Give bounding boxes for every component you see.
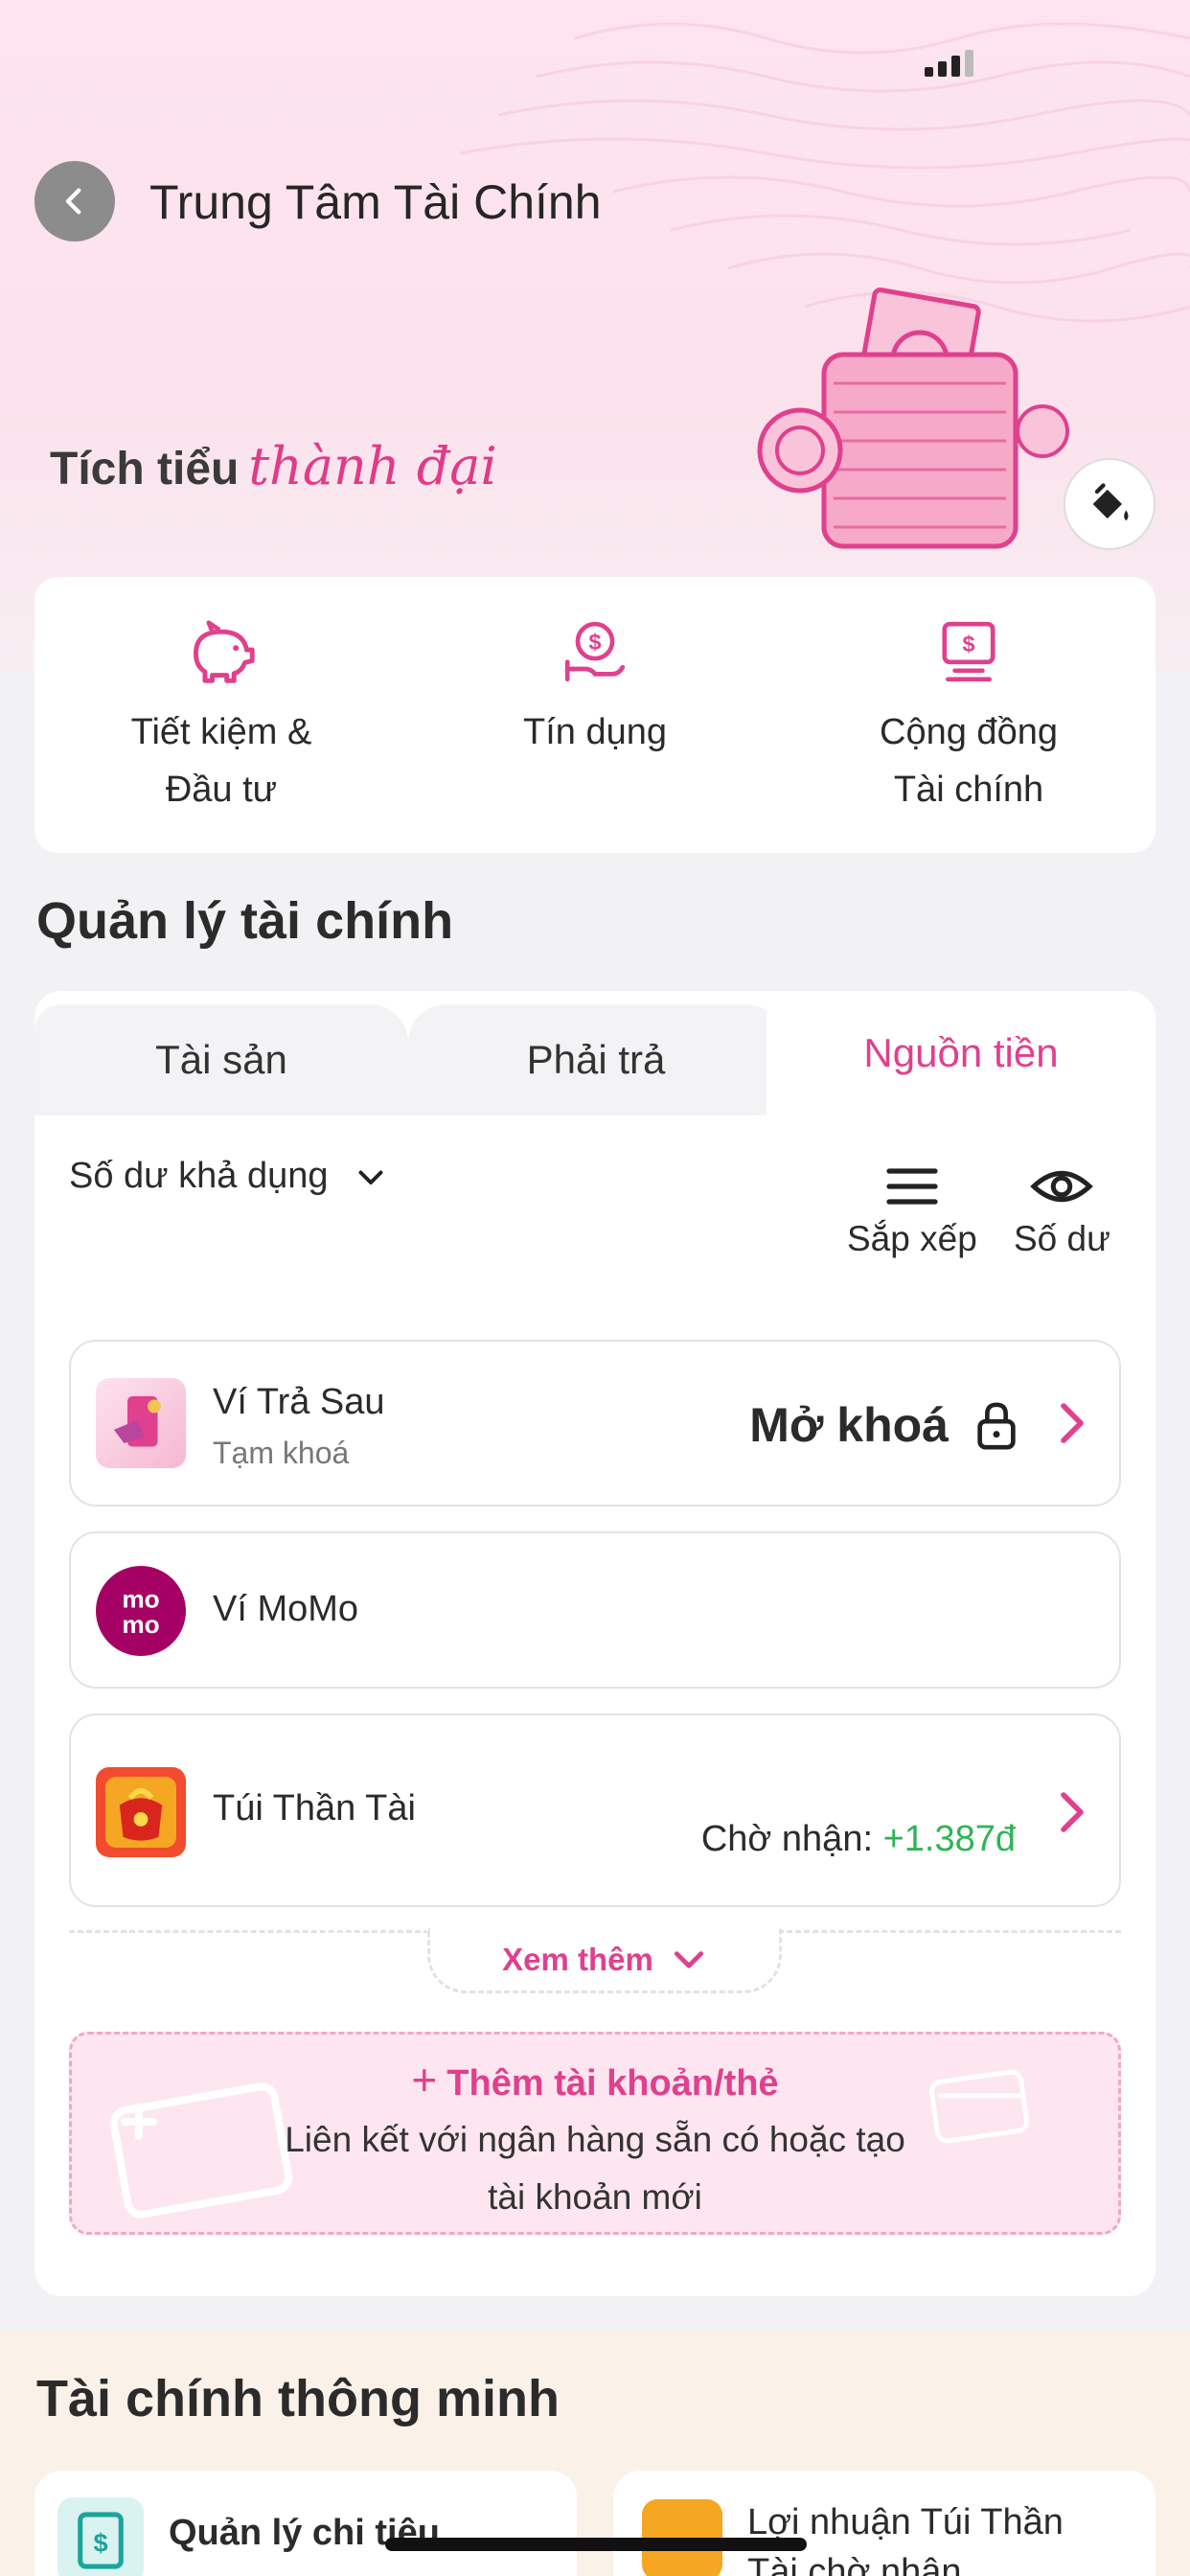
postpaid-wallet-logo: [96, 1378, 186, 1468]
tabs: Tài sản Phải trả Nguồn tiền: [34, 991, 1156, 1116]
slogan-plain: Tích tiểu: [50, 444, 240, 494]
chevron-down-icon: [674, 1950, 703, 1968]
add-account-title: + Thêm tài khoản/thẻ: [72, 2054, 1118, 2105]
tab-assets[interactable]: Tài sản: [34, 1004, 408, 1116]
pending-amount: +1.387đ: [882, 1819, 1016, 1859]
banner-slogan: Tích tiểu thành đại: [50, 436, 497, 496]
monitor-dollar-icon: $: [942, 621, 995, 682]
page-title: Trung Tâm Tài Chính: [149, 175, 602, 229]
smart-card-expense[interactable]: $ Quản lý chi tiêu: [34, 2471, 577, 2576]
add-account-title-text: Thêm tài khoản/thẻ: [446, 2063, 779, 2104]
quick-actions-card: Tiết kiệm & Đầu tư $ Tín dụng $ Cộng đồn…: [34, 577, 1156, 853]
wallet-illustration-icon: [757, 288, 1069, 549]
svg-text:$: $: [93, 2529, 107, 2558]
svg-text:$: $: [962, 632, 974, 656]
expense-app-icon: $: [57, 2497, 144, 2576]
home-indicator[interactable]: [385, 2538, 807, 2551]
lucky-bag-icon: [105, 1777, 176, 1848]
paint-bucket-icon: [1092, 483, 1129, 521]
quick-action-savings[interactable]: Tiết kiệm & Đầu tư: [34, 577, 408, 853]
section-title-manage: Quản lý tài chính: [36, 892, 454, 950]
svg-text:$: $: [588, 630, 601, 655]
back-button[interactable]: [34, 161, 115, 242]
chevron-right-icon: [1061, 1792, 1084, 1832]
balance-type-label: Số dư khả dụng: [69, 1156, 329, 1196]
smart-card-profit[interactable]: Lợi nhuận Túi Thần Tài chờ nhận: [613, 2471, 1156, 2576]
section-title-smart: Tài chính thông minh: [36, 2370, 560, 2427]
pending-reward: Chờ nhận: +1.387đ: [701, 1819, 1016, 1860]
account-name: Ví MoMo: [213, 1589, 359, 1629]
pending-label: Chờ nhận:: [700, 1819, 874, 1859]
see-more-label: Xem thêm: [502, 1941, 653, 1977]
tab-payables[interactable]: Phải trả: [408, 1004, 784, 1116]
balance-type-dropdown[interactable]: Số dư khả dụng: [69, 1156, 388, 1197]
quick-action-label: Cộng đồng Tài chính: [880, 712, 1058, 810]
quick-action-label: Tiết kiệm & Đầu tư: [130, 712, 312, 810]
receipt-dollar-icon: $: [78, 2512, 124, 2569]
signal-icon: [925, 50, 973, 77]
tui-than-tai-logo: [96, 1767, 186, 1857]
balance-toggle-label: Số dư: [1014, 1219, 1110, 1258]
account-name: Ví Trả Sau: [213, 1382, 385, 1422]
phone-wallet-icon: [114, 1396, 161, 1447]
chevron-left-icon: [65, 188, 81, 215]
quick-action-community[interactable]: $ Cộng đồng Tài chính: [782, 577, 1156, 853]
account-name: Túi Thần Tài: [213, 1788, 416, 1828]
see-more-button[interactable]: Xem thêm: [427, 1928, 782, 1993]
hero-banner: Trung Tâm Tài Chính Tích tiểu thành đại: [0, 0, 1190, 671]
menu-lines-icon: [886, 1168, 938, 1205]
sort-label: Sắp xếp: [847, 1219, 977, 1258]
account-row-tui-than-tai[interactable]: Túi Thần Tài Chờ nhận: +1.387đ: [69, 1714, 1121, 1907]
add-account-button[interactable]: + Thêm tài khoản/thẻ Liên kết với ngân hà…: [69, 2032, 1121, 2235]
tab-funding-sources[interactable]: Nguồn tiền: [767, 991, 1156, 1116]
momo-logo: mo mo: [96, 1566, 186, 1656]
coin-hand-icon: $: [564, 621, 626, 682]
account-row-postpaid[interactable]: Ví Trả Sau Tạm khoá Mở khoá: [69, 1340, 1121, 1506]
manage-finance-card: Tài sản Phải trả Nguồn tiền Số dư khả dụ…: [34, 991, 1156, 2296]
quick-action-label: Tín dụng: [523, 712, 667, 752]
quick-action-credit[interactable]: $ Tín dụng: [408, 577, 782, 853]
momo-wordmark-icon: mo mo: [122, 1585, 159, 1639]
account-row-momo[interactable]: mo mo Ví MoMo: [69, 1531, 1121, 1689]
eye-icon: [1030, 1171, 1094, 1202]
toggle-balance-button[interactable]: Số dư: [1014, 1163, 1110, 1259]
svg-text:mo: mo: [122, 1610, 159, 1639]
unlock-button[interactable]: Mở khoá: [749, 1397, 949, 1453]
theme-button[interactable]: [1064, 458, 1156, 550]
add-account-desc: Liên kết với ngân hàng sẵn có hoặc tạo t…: [285, 2120, 905, 2217]
smart-card-label: Lợi nhuận Túi Thần Tài chờ nhận: [747, 2502, 1064, 2576]
plus-icon: +: [411, 2055, 438, 2104]
piggy-bank-icon: [194, 620, 255, 683]
account-status: Tạm khoá: [213, 1436, 350, 1470]
chevron-right-icon: [1061, 1403, 1084, 1443]
lock-icon: [977, 1402, 1016, 1450]
sort-button[interactable]: Sắp xếp: [847, 1163, 977, 1259]
slogan-script: thành đại: [248, 436, 497, 496]
chevron-down-icon: [358, 1170, 382, 1184]
